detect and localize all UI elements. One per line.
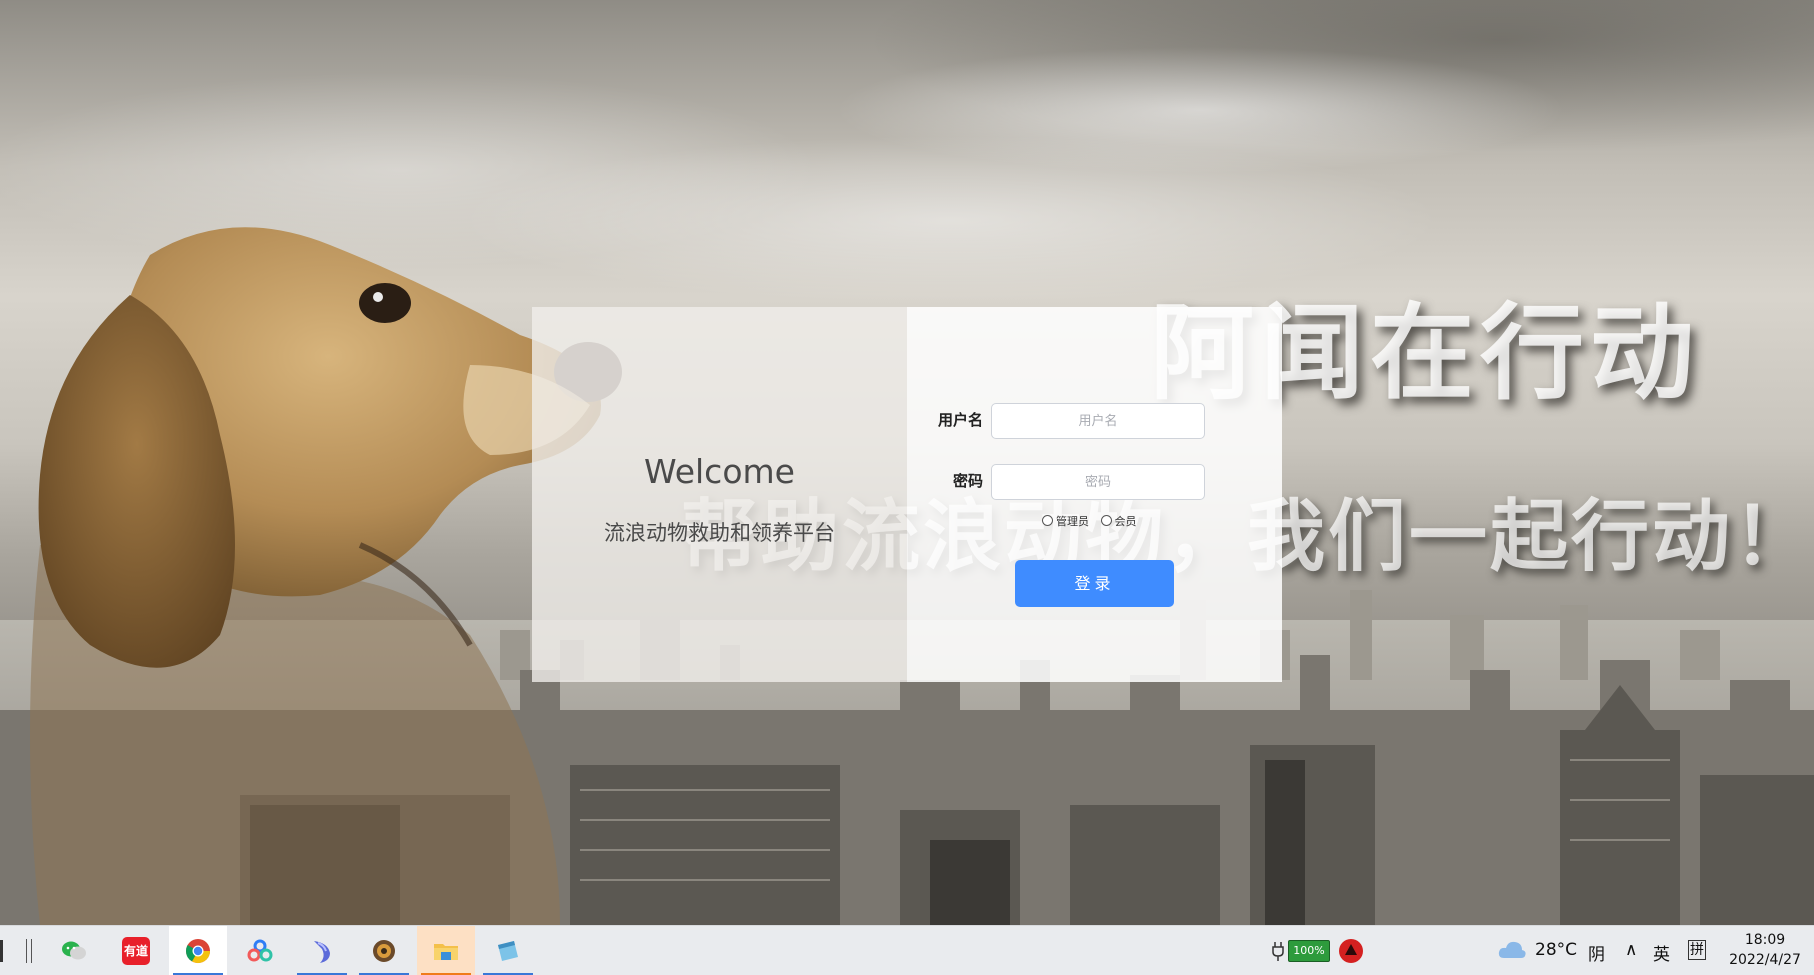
clock-date: 2022/4/27 xyxy=(1729,952,1801,968)
weather-description[interactable]: 阴 xyxy=(1588,940,1605,965)
security-app-icon[interactable] xyxy=(1338,938,1364,964)
folder-icon xyxy=(434,944,458,960)
windows-taskbar: 有道 100% 28°C 阴 ∧ 英 拼 18:09 2022/4/27 xyxy=(0,925,1814,975)
taskbar-app-chrome[interactable] xyxy=(169,926,227,975)
taskbar-app-tool[interactable] xyxy=(355,926,413,975)
ime-mode[interactable]: 拼 xyxy=(1688,940,1706,960)
password-input[interactable] xyxy=(991,464,1205,500)
welcome-panel: Welcome 流浪动物救助和领养平台 xyxy=(532,307,907,682)
role-option-member[interactable]: 会员 xyxy=(1100,513,1137,529)
wechat-icon xyxy=(62,941,86,960)
power-plug-icon xyxy=(1272,942,1284,961)
chevron-up-icon[interactable]: ∧ xyxy=(1625,940,1637,960)
login-card: Welcome 流浪动物救助和领养平台 用户名 密码 管理员 会员 登录 xyxy=(532,307,1282,682)
role-radio-group: 管理员 会员 xyxy=(1042,513,1145,529)
password-label: 密码 xyxy=(953,472,984,490)
taskbar-clock[interactable]: 18:09 2022/4/27 xyxy=(1720,930,1810,970)
gear-icon xyxy=(373,940,395,962)
taskbar-app-file-explorer[interactable] xyxy=(417,926,475,975)
taskbar-app-baidu-netdisk[interactable] xyxy=(231,926,289,975)
taskbar-app-notepad[interactable] xyxy=(479,926,537,975)
taskbar-app-wechat[interactable] xyxy=(45,926,103,975)
cloud-weather-icon[interactable] xyxy=(1497,939,1527,961)
radio-circle-icon[interactable] xyxy=(1100,515,1112,526)
baidu-netdisk-icon xyxy=(247,939,273,962)
taskbar-app-dolphin[interactable] xyxy=(293,926,351,975)
clock-time: 18:09 xyxy=(1744,932,1786,948)
taskbar-grip-icon[interactable] xyxy=(26,939,32,963)
role-option-admin[interactable]: 管理员 xyxy=(1042,513,1089,529)
weather-temperature[interactable]: 28°C xyxy=(1535,940,1577,960)
welcome-heading: Welcome xyxy=(644,452,795,491)
youdao-icon: 有道 xyxy=(122,937,150,965)
login-button[interactable]: 登录 xyxy=(1015,560,1174,607)
notepad-icon xyxy=(498,941,518,961)
role-label-member: 会员 xyxy=(1114,515,1137,528)
taskbar-app-youdao[interactable]: 有道 xyxy=(107,926,165,975)
dolphin-icon xyxy=(314,941,330,963)
username-label: 用户名 xyxy=(938,411,984,429)
ime-language[interactable]: 英 xyxy=(1653,940,1670,965)
chrome-icon xyxy=(186,939,210,964)
battery-indicator[interactable]: 100% xyxy=(1288,940,1330,962)
desktop-screen: 阿闻在行动 帮助流浪动物，我们一起行动！ Welcome 流浪动物救助和领养平台… xyxy=(0,0,1814,975)
platform-subtitle: 流浪动物救助和领养平台 xyxy=(604,521,835,545)
role-label-admin: 管理员 xyxy=(1056,515,1089,528)
radio-circle-icon[interactable] xyxy=(1042,515,1053,526)
show-desktop-edge[interactable] xyxy=(0,940,3,962)
login-form: 用户名 密码 管理员 会员 登录 xyxy=(907,307,1282,682)
username-input[interactable] xyxy=(991,403,1205,439)
